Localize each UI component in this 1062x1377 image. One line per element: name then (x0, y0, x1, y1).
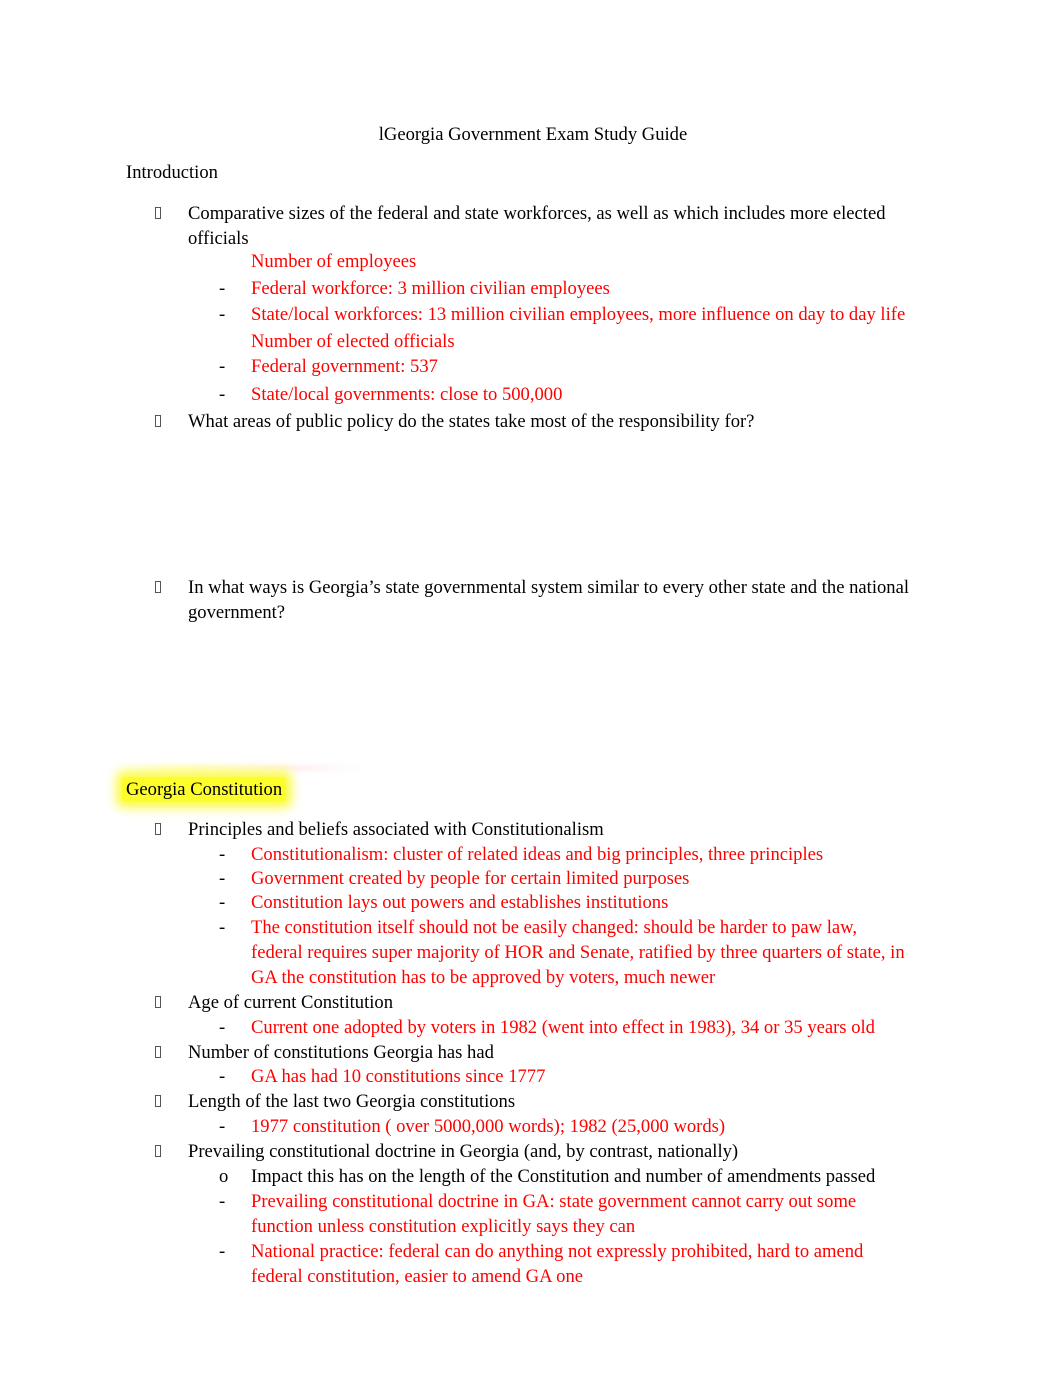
bullet-icon (155, 415, 161, 427)
dash-marker: - (219, 304, 226, 325)
answer-text-cont: federal constitution, easier to amend GA… (251, 1266, 583, 1287)
dash-marker: - (219, 1066, 226, 1087)
document-page: lGeorgia Government Exam Study Guide Int… (0, 0, 1062, 1377)
answer-text: State/local governments: close to 500,00… (251, 384, 563, 405)
question-text: Principles and beliefs associated with C… (188, 819, 604, 840)
question-text-cont: officials (188, 228, 249, 249)
answer-text-cont: GA the constitution has to be approved b… (251, 967, 716, 988)
circle-bullet-marker: o (219, 1166, 229, 1187)
question-text-cont: government? (188, 602, 286, 623)
bullet-icon (155, 996, 161, 1008)
question-text: Comparative sizes of the federal and sta… (188, 203, 886, 224)
answer-text: Federal workforce: 3 million civilian em… (251, 278, 610, 299)
answer-text: Government created by people for certain… (251, 868, 690, 889)
bullet-icon (155, 1095, 161, 1107)
bullet-icon (155, 207, 161, 219)
answer-subheading: Number of employees (251, 251, 417, 272)
question-text: Prevailing constitutional doctrine in Ge… (188, 1141, 739, 1162)
dash-marker: - (219, 868, 226, 889)
dash-marker: - (219, 384, 226, 405)
document-title-text: lGeorgia Government Exam Study Guide (378, 124, 688, 145)
answer-text: Constitution lays out powers and establi… (251, 892, 669, 913)
question-text: What areas of public policy do the state… (188, 411, 755, 432)
dash-marker: - (219, 278, 226, 299)
question-text: Length of the last two Georgia constitut… (188, 1091, 516, 1112)
answer-text: National practice: federal can do anythi… (251, 1241, 864, 1262)
answer-text: Federal government: 537 (251, 356, 438, 377)
document-title: lGeorgia Government Exam Study Guide (0, 124, 1062, 145)
question-text: Number of constitutions Georgia has had (188, 1042, 494, 1063)
answer-text: GA has had 10 constitutions since 1777 (251, 1066, 546, 1087)
dash-marker: - (219, 917, 226, 938)
dash-marker: - (219, 844, 226, 865)
bullet-icon (155, 581, 161, 593)
question-text: Age of current Constitution (188, 992, 394, 1013)
bullet-icon (155, 823, 161, 835)
bullet-icon (155, 1145, 161, 1157)
answer-text: Constitutionalism: cluster of related id… (251, 844, 824, 865)
answer-text-cont: function unless constitution explicitly … (251, 1216, 636, 1237)
highlighted-heading-text: Georgia Constitution (122, 777, 287, 802)
dash-marker: - (219, 892, 226, 913)
dash-marker: - (219, 356, 226, 377)
bullet-icon (155, 1046, 161, 1058)
sub-question-text: Impact this has on the length of the Con… (251, 1166, 876, 1187)
answer-text: Current one adopted by voters in 1982 (w… (251, 1017, 875, 1038)
highlight-glow (112, 765, 362, 771)
dash-marker: - (219, 1241, 226, 1262)
dash-marker: - (219, 1191, 226, 1212)
answer-text: State/local workforces: 13 million civil… (251, 304, 906, 325)
answer-subheading: Number of elected officials (251, 331, 455, 352)
section-heading-georgia-constitution: Georgia Constitution (122, 777, 287, 802)
answer-text-cont: federal requires super majority of HOR a… (251, 942, 905, 963)
dash-marker: - (219, 1017, 226, 1038)
dash-marker: - (219, 1116, 226, 1137)
answer-text: 1977 constitution ( over 5000,000 words)… (251, 1116, 726, 1137)
answer-text: The constitution itself should not be ea… (251, 917, 858, 938)
answer-text: Prevailing constitutional doctrine in GA… (251, 1191, 857, 1212)
question-text: In what ways is Georgia’s state governme… (188, 577, 910, 598)
section-heading-introduction: Introduction (126, 162, 218, 183)
